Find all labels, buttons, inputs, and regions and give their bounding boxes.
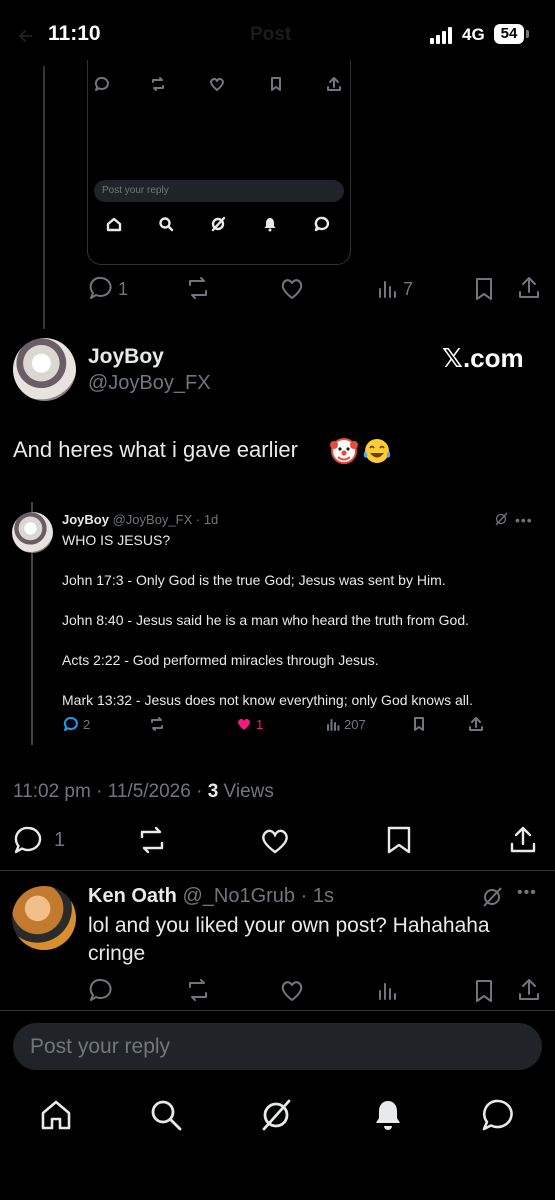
status-time: 11:10 — [48, 22, 101, 45]
main-bookmark-button[interactable] — [385, 825, 413, 855]
quoted-title: WHO IS JESUS? — [62, 532, 171, 548]
quoted-action-bar: 2 1 207 — [0, 716, 555, 736]
reply-bookmark-button[interactable] — [472, 978, 496, 1004]
quoted-views-count: 207 — [344, 717, 366, 732]
author-name[interactable]: JoyBoy — [88, 345, 164, 369]
quoted-repost-icon — [149, 716, 165, 732]
main-repost-button[interactable] — [136, 825, 168, 855]
share-button[interactable] — [516, 275, 542, 301]
divider — [0, 870, 555, 871]
quoted-author-name: JoyBoy — [62, 512, 109, 527]
bookmark-icon — [268, 76, 284, 92]
home-icon — [106, 216, 122, 232]
post-timestamp[interactable]: 11:02 pm · 11/5/2026 · — [13, 781, 208, 802]
share-icon — [326, 76, 342, 92]
reply-views-button[interactable] — [376, 979, 400, 1003]
quoted-bookmark-icon — [411, 716, 427, 732]
quoted-more-icon: ••• — [515, 512, 533, 528]
clown-emoji-icon — [330, 437, 358, 465]
quoted-line-4: Mark 13:32 - Jesus does not know everyth… — [62, 692, 473, 708]
reply-header: Ken Oath @_No1Grub · 1s — [88, 885, 334, 908]
post-views-count: 3 — [207, 781, 219, 802]
inner-reply-box: Post your reply — [94, 180, 344, 202]
main-action-bar: 1 — [0, 825, 555, 857]
reply-button[interactable] — [88, 275, 114, 301]
reply-text: lol and you liked your own post? Hahahah… — [88, 914, 490, 965]
battery-tip — [526, 30, 529, 38]
status-bar: 11:10 Post 4G 54 — [0, 0, 555, 62]
network-type: 4G — [462, 25, 485, 44]
reply-more-icon[interactable]: ••• — [517, 884, 537, 902]
top-post-action-bar: 1 7 — [0, 275, 555, 305]
quoted-header: JoyBoy @JoyBoy_FX · 1d — [62, 512, 218, 527]
quoted-line-3: Acts 2:22 - God performed miracles throu… — [62, 652, 379, 668]
quoted-reply-count: 2 — [83, 717, 91, 732]
quoted-views-icon — [325, 716, 341, 732]
like-button[interactable] — [279, 276, 305, 302]
post-views-label: Views — [218, 781, 274, 802]
reply-grok-icon[interactable] — [481, 886, 503, 908]
main-reply-button[interactable] — [13, 825, 43, 855]
brand-label: 𝕏.com — [442, 343, 524, 373]
reply-action-bar — [0, 977, 555, 1005]
back-arrow-icon[interactable] — [18, 28, 34, 44]
battery-icon: 54 — [494, 24, 524, 44]
reply-icon — [94, 76, 110, 92]
avatar[interactable] — [13, 338, 76, 401]
reply-author-name[interactable]: Ken Oath — [88, 885, 177, 907]
reply-count: 1 — [118, 279, 129, 299]
battery-level: 54 — [500, 25, 518, 42]
quoted-share-icon — [468, 716, 484, 732]
bottom-nav — [0, 1098, 555, 1138]
post-text-row: And heres what i gave earlier — [13, 437, 391, 464]
search-icon[interactable] — [149, 1098, 183, 1132]
quoted-avatar — [12, 512, 53, 553]
post-meta: 11:02 pm · 11/5/2026 · 3 Views — [13, 781, 274, 803]
like-icon — [209, 76, 225, 92]
grok-icon[interactable] — [259, 1098, 293, 1132]
reply-author-handle[interactable]: @_No1Grub · 1s — [182, 885, 333, 907]
divider-2 — [0, 1010, 555, 1011]
quoted-line-1: John 17:3 - Only God is the true God; Je… — [62, 572, 446, 588]
home-icon[interactable] — [39, 1098, 73, 1132]
author-handle[interactable]: @JoyBoy_FX — [88, 372, 211, 395]
inner-nav-bar — [88, 216, 350, 236]
quoted-like-count: 1 — [256, 717, 264, 732]
reply-share-button[interactable] — [516, 977, 542, 1003]
signal-icon — [430, 26, 456, 44]
reply-avatar[interactable] — [12, 886, 76, 950]
reply-repost-button[interactable] — [185, 977, 211, 1003]
messages-icon — [314, 216, 330, 232]
main-like-button[interactable] — [259, 826, 291, 856]
search-icon — [158, 216, 174, 232]
inner-action-bar — [88, 76, 350, 96]
reply-reply-button[interactable] — [88, 977, 114, 1003]
quoted-reply-icon — [63, 716, 79, 732]
quoted-like-icon — [236, 716, 252, 732]
quoted-grok-icon — [494, 512, 508, 526]
post-text: And heres what i gave earlier — [13, 437, 298, 462]
repost-icon — [150, 76, 166, 92]
quoted-line-2: John 8:40 - Jesus said he is a man who h… — [62, 612, 469, 628]
notifications-icon — [262, 216, 278, 232]
messages-icon[interactable] — [481, 1098, 515, 1132]
inner-reply-placeholder: Post your reply — [102, 185, 169, 196]
tears-of-joy-emoji-icon — [362, 437, 392, 465]
reply-like-button[interactable] — [279, 978, 305, 1004]
notifications-icon[interactable] — [371, 1098, 405, 1132]
header-title: Post — [250, 24, 292, 45]
bookmark-button[interactable] — [472, 276, 496, 302]
grok-icon — [210, 216, 226, 232]
reply-box-placeholder: Post your reply — [30, 1035, 171, 1058]
attached-screenshot[interactable]: Post your reply — [87, 60, 351, 265]
repost-button[interactable] — [185, 275, 211, 301]
main-reply-count: 1 — [54, 829, 66, 851]
quoted-author-handle: @JoyBoy_FX · 1d — [112, 512, 219, 527]
main-share-button[interactable] — [508, 825, 538, 855]
views-count: 7 — [403, 279, 414, 299]
views-button[interactable] — [376, 277, 400, 301]
reply-box[interactable]: Post your reply — [13, 1023, 542, 1070]
